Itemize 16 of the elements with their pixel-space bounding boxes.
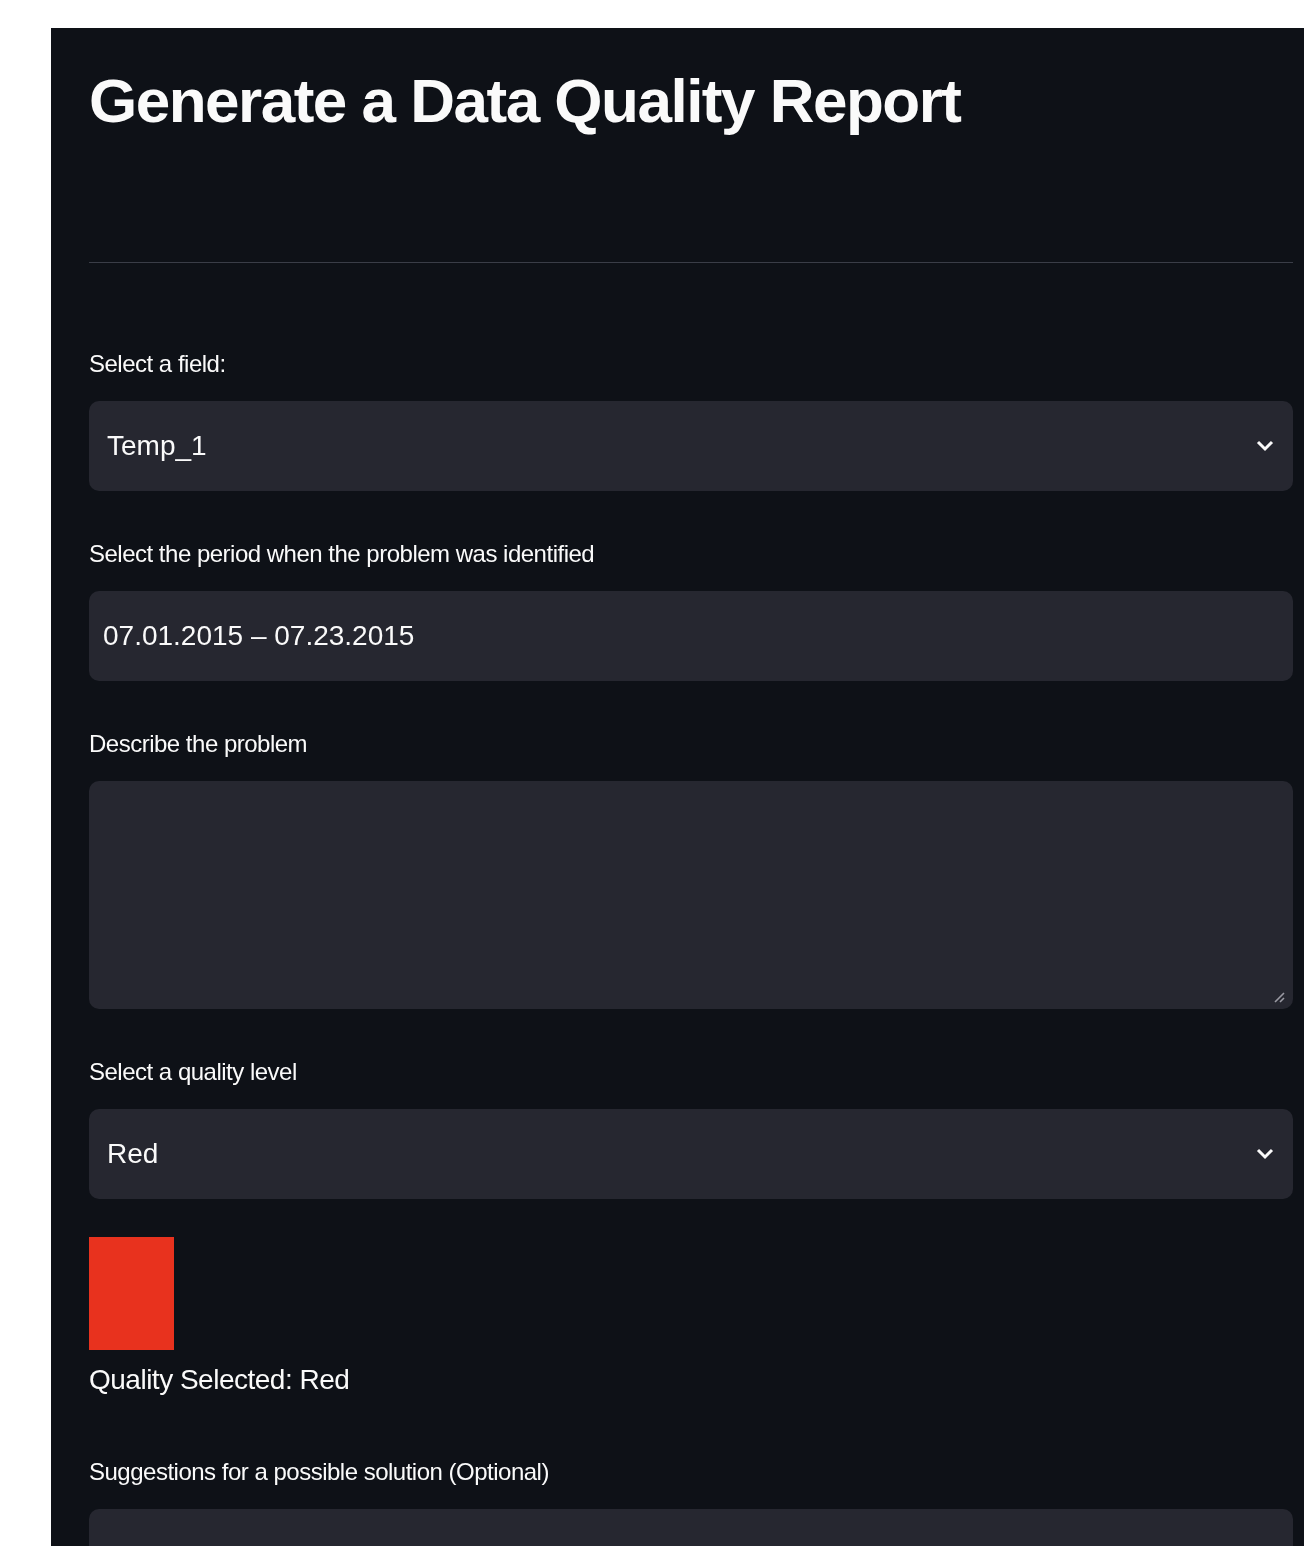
quality-text: Quality Selected: Red bbox=[89, 1363, 351, 1397]
field-label: Describe the problem bbox=[89, 729, 309, 759]
chevron-down-icon bbox=[1255, 1147, 1275, 1161]
chevron-down-icon bbox=[1255, 439, 1275, 453]
selected-value: Red bbox=[107, 1137, 159, 1171]
field-label: Select a quality level bbox=[89, 1057, 298, 1087]
resize-handle-icon[interactable] bbox=[1273, 991, 1285, 1003]
field-label: Select a field: bbox=[89, 349, 227, 379]
page-title: Generate a Data Quality Report bbox=[89, 65, 962, 137]
selected-value: Temp_1 bbox=[107, 429, 207, 463]
select-dropdown[interactable]: Temp_1 bbox=[89, 401, 1293, 491]
date-range-field[interactable]: 07.01.2015 – 07.23.2015 bbox=[89, 591, 1293, 681]
select-dropdown[interactable]: Red bbox=[89, 1109, 1293, 1199]
field-label: Select the period when the problem was identified bbox=[89, 539, 596, 569]
field-label: Suggestions for a possible solution (Optional) bbox=[89, 1457, 550, 1487]
date-value: 07.01.2015 – 07.23.2015 bbox=[103, 619, 415, 653]
